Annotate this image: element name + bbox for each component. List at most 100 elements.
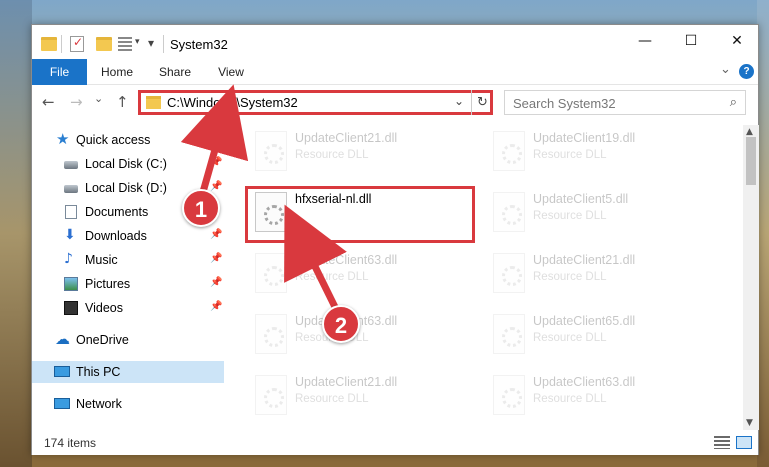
maximize-button[interactable]: ☐ bbox=[668, 25, 714, 57]
file-name: UpdateClient63.dll bbox=[533, 375, 636, 389]
title-divider bbox=[163, 35, 164, 53]
file-type: Resource DLL bbox=[295, 393, 369, 405]
folder-icon bbox=[146, 96, 161, 109]
sidebar-item-label: OneDrive bbox=[76, 333, 129, 347]
sidebar-item-network[interactable]: Network bbox=[32, 393, 224, 415]
file-type: Resource DLL bbox=[533, 210, 607, 222]
scroll-up-icon[interactable]: ▲ bbox=[746, 127, 753, 137]
sidebar-item-label: Documents bbox=[85, 205, 149, 219]
item-count: 174 items bbox=[44, 436, 97, 450]
title-divider bbox=[61, 35, 62, 53]
dll-file-icon bbox=[493, 131, 525, 171]
sidebar-item-videos[interactable]: Videos 📌 bbox=[32, 297, 224, 319]
status-bar: 174 items bbox=[32, 431, 758, 455]
recent-locations-icon[interactable]: ⌄ bbox=[94, 92, 103, 105]
pin-icon[interactable]: 📌 bbox=[210, 181, 222, 192]
documents-icon bbox=[65, 205, 77, 219]
address-bar[interactable]: C:\Windows\System32 ⌄ ↻ bbox=[138, 90, 493, 115]
address-dropdown-icon[interactable]: ⌄ bbox=[454, 94, 464, 108]
title-bar: ✓ ▾ ▾ System32 — ☐ ✕ bbox=[32, 25, 758, 63]
pin-icon[interactable]: 📌 bbox=[210, 229, 222, 240]
tab-home[interactable]: Home bbox=[92, 59, 142, 85]
pin-icon[interactable]: 📌 bbox=[210, 253, 222, 264]
sidebar-item-quick-access[interactable]: ★ Quick access bbox=[32, 129, 224, 151]
sidebar-item-pictures[interactable]: Pictures 📌 bbox=[32, 273, 224, 295]
file-type: Resource DLL bbox=[533, 149, 607, 161]
step-1-badge: 1 bbox=[182, 189, 220, 227]
music-icon: ♪ bbox=[64, 251, 73, 267]
tab-view[interactable]: View bbox=[206, 59, 256, 85]
file-type: Resource DLL bbox=[533, 332, 607, 344]
properties-icon[interactable]: ✓ bbox=[70, 35, 84, 52]
tab-file[interactable]: File bbox=[32, 59, 87, 85]
list-item[interactable]: UpdateClient21.dll Resource DLL bbox=[245, 369, 475, 429]
network-icon bbox=[54, 398, 70, 409]
back-arrow-icon[interactable]: ← bbox=[42, 93, 55, 111]
scroll-thumb[interactable] bbox=[746, 137, 756, 185]
search-input[interactable]: Search System32 ⌕ bbox=[504, 90, 746, 115]
forward-arrow-icon[interactable]: → bbox=[70, 93, 83, 111]
desktop-wallpaper-left bbox=[0, 0, 32, 467]
tab-share[interactable]: Share bbox=[150, 59, 200, 85]
help-icon[interactable]: ? bbox=[739, 64, 754, 79]
pin-icon[interactable]: 📌 bbox=[210, 277, 222, 288]
sidebar-item-label: Pictures bbox=[85, 277, 131, 291]
up-arrow-icon[interactable]: ↑ bbox=[116, 93, 129, 111]
file-highlight-box bbox=[245, 186, 475, 243]
sidebar-item-label: Local Disk (C:) bbox=[85, 157, 167, 171]
list-item[interactable]: UpdateClient63.dll Resource DLL bbox=[245, 308, 475, 368]
file-name: UpdateClient5.dll bbox=[533, 192, 629, 206]
sidebar-item-label: Network bbox=[76, 397, 122, 411]
navigation-bar: ← → ⌄ ↑ C:\Windows\System32 ⌄ ↻ Search S… bbox=[32, 86, 758, 120]
list-item[interactable]: UpdateClient63.dll Resource DLL bbox=[483, 369, 713, 429]
search-icon[interactable]: ⌕ bbox=[730, 95, 737, 110]
file-type: Resource DLL bbox=[295, 271, 369, 283]
dll-file-icon bbox=[493, 192, 525, 232]
sidebar-item-onedrive[interactable]: ☁ OneDrive bbox=[32, 329, 224, 351]
drive-icon bbox=[64, 161, 78, 169]
large-icons-view-icon[interactable] bbox=[736, 436, 752, 449]
sidebar-item-label: Downloads bbox=[85, 229, 147, 243]
minimize-button[interactable]: — bbox=[622, 25, 668, 57]
sidebar-item-downloads[interactable]: ⬇ Downloads 📌 bbox=[32, 225, 224, 247]
pin-icon[interactable]: 📌 bbox=[210, 157, 222, 168]
scroll-down-icon[interactable]: ▼ bbox=[746, 418, 753, 428]
refresh-icon[interactable]: ↻ bbox=[471, 90, 493, 115]
list-item[interactable]: UpdateClient63.dll Resource DLL bbox=[245, 247, 475, 307]
file-list: UpdateClient21.dll Resource DLL hfxseria… bbox=[225, 125, 743, 430]
pictures-icon bbox=[64, 277, 78, 291]
download-icon: ⬇ bbox=[64, 227, 76, 243]
search-placeholder: Search System32 bbox=[513, 96, 616, 111]
close-button[interactable]: ✕ bbox=[714, 25, 760, 57]
pin-icon[interactable]: 📌 bbox=[210, 301, 222, 312]
maximize-icon: ☐ bbox=[684, 33, 698, 49]
ribbon-expand-icon[interactable]: ⌄ bbox=[720, 62, 731, 77]
file-name: UpdateClient19.dll bbox=[533, 131, 636, 145]
list-item[interactable]: UpdateClient21.dll Resource DLL bbox=[245, 125, 475, 185]
navigation-pane: ★ Quick access Local Disk (C:) 📌 Local D… bbox=[32, 125, 224, 430]
vertical-scrollbar[interactable]: ▲ ▼ bbox=[743, 125, 759, 430]
list-item[interactable]: UpdateClient5.dll Resource DLL bbox=[483, 186, 713, 246]
file-name: UpdateClient21.dll bbox=[533, 253, 636, 267]
sidebar-item-local-disk-c[interactable]: Local Disk (C:) 📌 bbox=[32, 153, 224, 175]
customize-chevron-icon[interactable]: ▾ bbox=[148, 36, 154, 50]
file-name: UpdateClient63.dll bbox=[295, 253, 398, 267]
new-folder-icon[interactable] bbox=[96, 37, 112, 51]
file-type: Resource DLL bbox=[533, 393, 607, 405]
dll-file-icon bbox=[493, 375, 525, 415]
toolbar-dropdown-icon[interactable]: ▾ bbox=[135, 37, 140, 47]
sidebar-item-label: Music bbox=[85, 253, 118, 267]
details-view-icon[interactable] bbox=[714, 436, 730, 449]
list-item[interactable]: UpdateClient19.dll Resource DLL bbox=[483, 125, 713, 185]
customize-toolbar-icon[interactable] bbox=[118, 37, 132, 51]
sidebar-item-label: Quick access bbox=[76, 133, 151, 147]
list-item[interactable]: UpdateClient21.dll Resource DLL bbox=[483, 247, 713, 307]
sidebar-item-music[interactable]: ♪ Music 📌 bbox=[32, 249, 224, 271]
dll-file-icon bbox=[255, 131, 287, 171]
sidebar-item-this-pc[interactable]: This PC bbox=[32, 361, 224, 383]
file-explorer-window: ✓ ▾ ▾ System32 — ☐ ✕ File Home Share Vie… bbox=[31, 24, 759, 455]
drive-icon bbox=[64, 185, 78, 193]
step-2-badge: 2 bbox=[322, 305, 360, 343]
dll-file-icon bbox=[493, 253, 525, 293]
list-item[interactable]: UpdateClient65.dll Resource DLL bbox=[483, 308, 713, 368]
